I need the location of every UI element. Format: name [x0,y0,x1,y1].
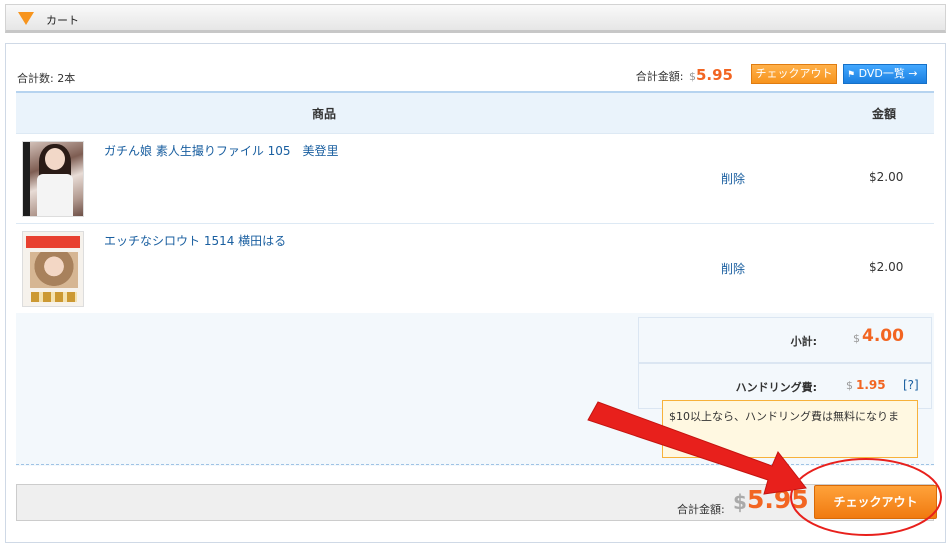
bottom-total-bar: 合計金額: $ 5.95 [16,484,934,521]
triangle-down-icon [18,12,34,25]
delete-link[interactable]: 削除 [721,170,745,187]
top-total-amount: 5.95 [695,66,733,84]
free-handling-notice: $10以上なら、ハンドリング費は無料になりま [662,400,918,458]
top-total-currency: $ [688,70,696,83]
subtotal-label: 小計: [790,335,817,348]
table-header: 商品 金額 [16,93,934,133]
handling-value: 1.95 [856,378,886,392]
item-price: $2.00 [869,170,904,184]
product-name-link[interactable]: エッチなシロウト 1514 横田はる [104,232,286,249]
cart-header-bar: カート [5,4,946,33]
item-count: 合計数: 2本 [17,72,76,85]
page-title: カート [46,14,79,27]
bottom-total-amount: 5.95 [747,485,809,514]
dvd-list-button[interactable]: ⚑ DVD一覧 → [843,64,927,84]
cart-panel: 合計数: 2本 合計金額: $5.95 チェックアウト ⚑ DVD一覧 → 商品… [5,43,946,543]
dvd-list-label: DVD一覧 → [858,67,918,80]
bottom-total-label: 合計金額: [677,503,725,516]
bottom-total-currency: $ [733,490,747,514]
table-row: ガチん娘 素人生撮りファイル 105 美登里 削除 $2.00 [16,133,934,223]
subtotal-row: 小計: $ 4.00 [638,317,932,363]
handling-label: ハンドリング費: [735,381,817,394]
divider [16,464,934,465]
checkout-button[interactable]: チェックアウト [814,485,937,519]
product-name-link[interactable]: ガチん娘 素人生撮りファイル 105 美登里 [104,142,339,159]
handling-currency: $ [846,379,853,392]
checkout-button-small[interactable]: チェックアウト [751,64,837,84]
handling-help-link[interactable]: [?] [903,378,919,392]
top-total-label: 合計金額: [635,70,684,83]
column-header-amount: 金額 [872,107,897,121]
subtotal-currency: $ [853,332,860,345]
column-header-product: 商品 [312,107,337,121]
table-row: エッチなシロウト 1514 横田はる 削除 $2.00 [16,223,934,313]
flag-icon: ⚑ [847,70,856,80]
item-price: $2.00 [869,260,904,274]
subtotal-value: 4.00 [862,326,904,346]
delete-link[interactable]: 削除 [721,260,745,277]
product-thumbnail[interactable] [22,141,84,217]
top-total: 合計金額: $5.95 [636,66,733,84]
product-thumbnail[interactable] [22,231,84,307]
